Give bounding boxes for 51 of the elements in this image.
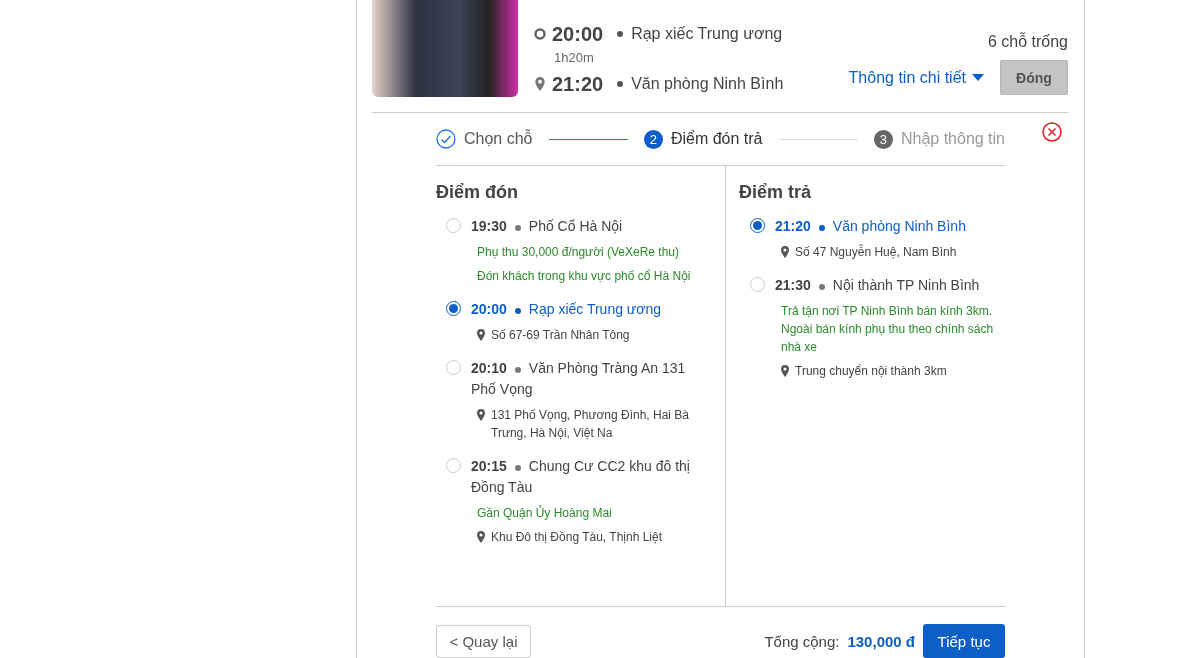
seats-available: 6 chỗ trống bbox=[987, 33, 1068, 51]
bullet-icon bbox=[514, 465, 521, 471]
total-label: Tổng cộng: bbox=[764, 632, 840, 650]
stop-note: Đón khách trong khu vực phố cổ Hà Nội bbox=[477, 268, 691, 285]
bullet-icon bbox=[514, 225, 521, 231]
step-number: 3 bbox=[873, 129, 893, 149]
stop-address: Khu Đô thị Đồng Tàu, Thịnh Liệt bbox=[491, 529, 662, 546]
step-label: Chọn chỗ bbox=[464, 130, 533, 148]
stop-address: 131 Phố Vọng, Phương Đình, Hai Bà Trưng, Hà Nội, Việt Na bbox=[491, 407, 691, 442]
location-pin-icon bbox=[477, 409, 485, 421]
depart-place: Rạp xiếc Trung ương bbox=[631, 25, 783, 43]
column-title: Điểm đón bbox=[436, 182, 519, 204]
close-icon[interactable] bbox=[1042, 122, 1062, 142]
arrive-time: 21:20 bbox=[552, 72, 604, 96]
bullet-icon bbox=[514, 367, 521, 373]
stop-title: 20:00 Rạp xiếc Trung ương bbox=[471, 300, 662, 319]
location-pin-icon bbox=[534, 77, 546, 91]
trip-duration: 1h20m bbox=[554, 50, 595, 67]
continue-button[interactable]: Tiếp tục bbox=[923, 624, 1005, 658]
bullet-icon bbox=[514, 308, 521, 314]
stop-address: Số 67-69 Trần Nhân Tông bbox=[491, 327, 630, 344]
stop-title: 20:10 Văn Phòng Tràng An 131 Phố Vọng bbox=[471, 359, 687, 399]
stop-address: Trung chuyển nội thành 3km bbox=[795, 363, 947, 380]
step-number: 2 bbox=[643, 129, 663, 149]
bullet-icon bbox=[617, 81, 624, 87]
stop-note: Trả tận nơi TP Ninh Bình bán kính 3km. Ngoài bán kính phụ thu theo chính sách nhà xe bbox=[781, 303, 995, 356]
arrive-place: Văn phòng Ninh Bình bbox=[631, 75, 784, 93]
stop-address: Số 47 Nguyễn Huệ, Nam Bình bbox=[795, 243, 957, 261]
depart-time: 20:00 bbox=[552, 22, 604, 46]
bullet-icon bbox=[617, 31, 624, 37]
stop-note: Gần Quận Ủy Hoàng Mai bbox=[477, 504, 612, 522]
column-title: Điểm trả bbox=[739, 182, 813, 204]
location-pin-icon bbox=[781, 246, 789, 258]
bullet-icon bbox=[818, 225, 825, 231]
circle-icon bbox=[534, 28, 546, 40]
bullet-icon bbox=[818, 284, 825, 290]
total-price: 130,000 đ bbox=[847, 632, 915, 650]
caret-icon bbox=[972, 73, 984, 82]
back-button[interactable]: < Quay lại bbox=[436, 624, 531, 658]
stop-note: Phụ thu 30,000 đ/người (VeXeRe thu) bbox=[477, 244, 680, 261]
stop-title: 21:20 Văn phòng Ninh Bình bbox=[775, 217, 967, 236]
close-button[interactable]: Đóng bbox=[1000, 60, 1068, 95]
location-pin-icon bbox=[477, 531, 485, 543]
location-pin-icon bbox=[477, 329, 485, 341]
location-pin-icon bbox=[781, 365, 789, 377]
stop-title: 20:15 Chung Cư CC2 khu đô thị Đồng Tàu bbox=[471, 457, 691, 497]
stop-title: 19:30 Phố Cổ Hà Nội bbox=[471, 217, 624, 236]
step-label: Điểm đón trả bbox=[670, 130, 763, 148]
stop-title: 21:30 Nội thành TP Ninh Bình bbox=[775, 276, 981, 295]
step-label: Nhập thông tin bbox=[900, 130, 1005, 148]
details-link[interactable]: Thông tin chi tiết bbox=[848, 68, 984, 87]
